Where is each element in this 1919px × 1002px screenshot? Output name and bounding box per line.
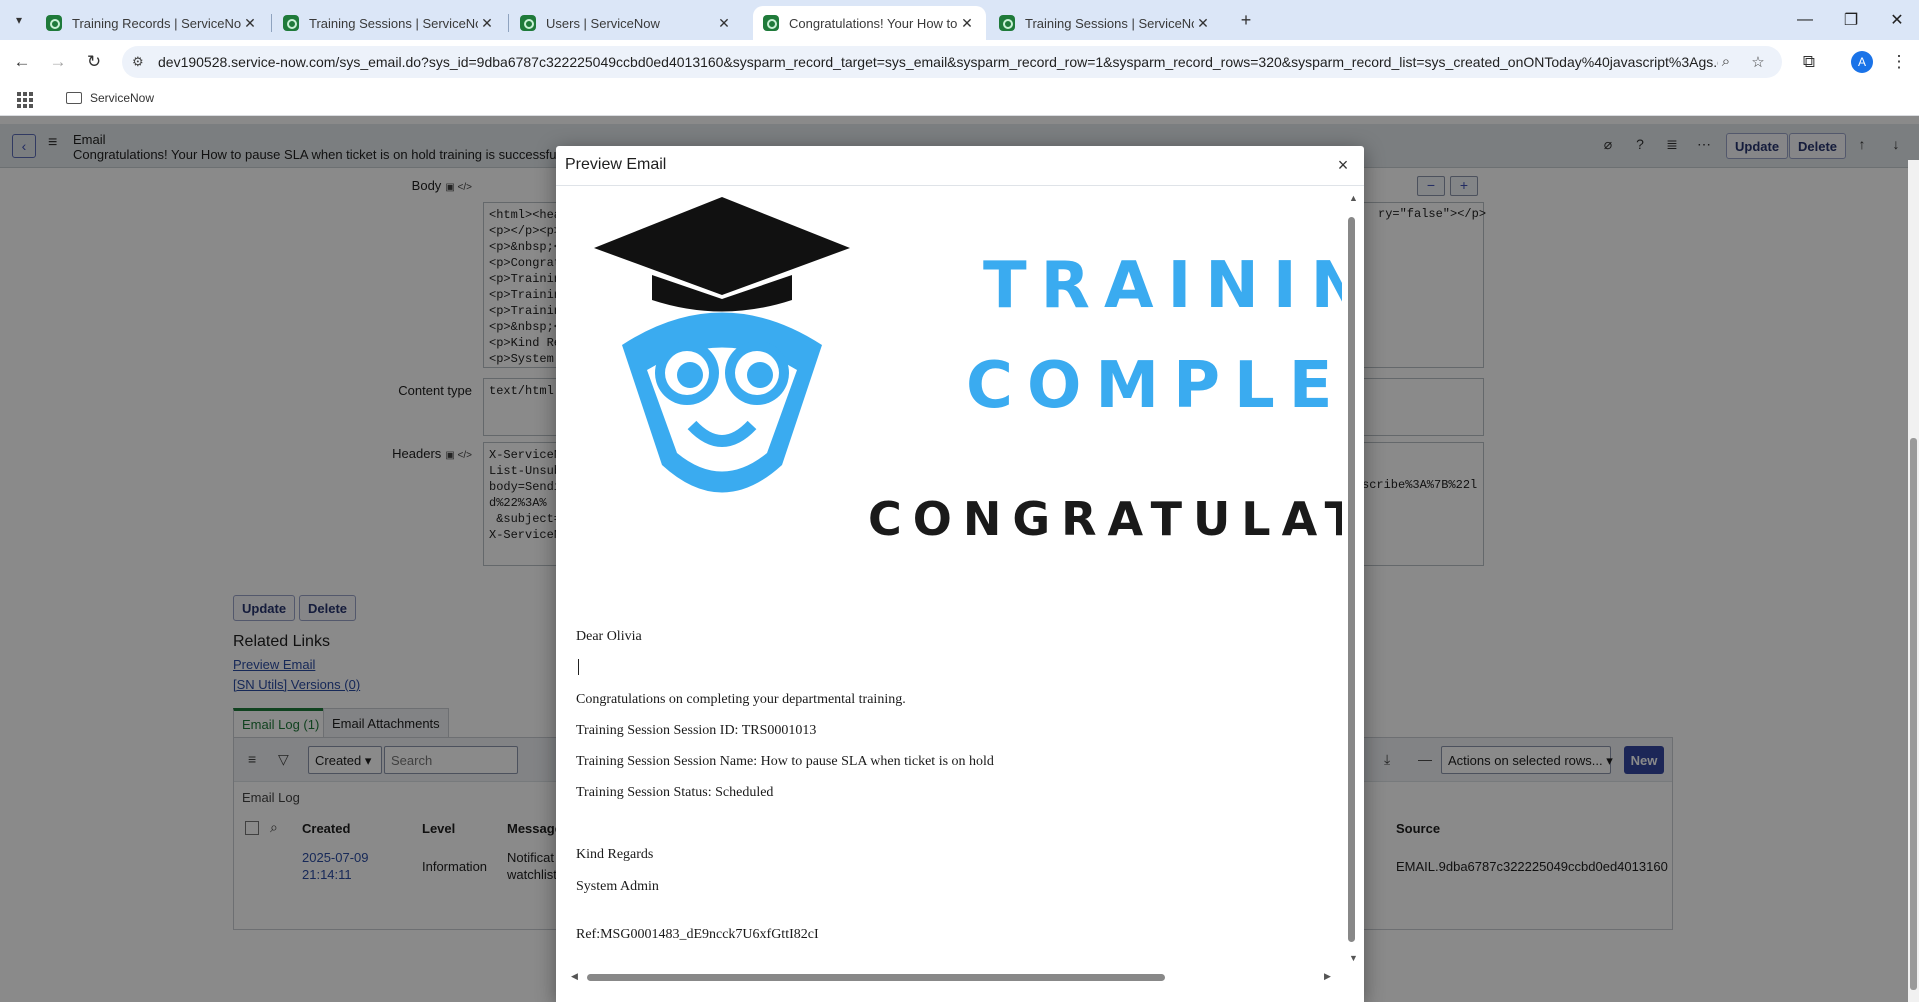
email-line-congrats: Congratulations on completing your depar… (576, 692, 906, 707)
bookmark-servicenow[interactable]: ServiceNow (90, 91, 154, 105)
tab-title: Training Records | ServiceNow (72, 15, 241, 31)
minimize-icon[interactable]: — (1790, 8, 1820, 32)
servicenow-favicon-icon (283, 15, 299, 31)
email-line-status: Training Session Status: Scheduled (576, 785, 774, 800)
extensions-icon[interactable]: ⧉ (1797, 50, 1821, 74)
window-close-icon[interactable]: ✕ (1882, 8, 1912, 32)
scroll-right-arrow-icon[interactable]: ▶ (1324, 971, 1331, 982)
profile-avatar[interactable]: A (1851, 51, 1873, 73)
modal-vertical-scrollbar[interactable]: ▲ ▼ (1342, 187, 1364, 967)
vertical-scroll-thumb[interactable] (1348, 217, 1355, 942)
servicenow-favicon-icon (999, 15, 1015, 31)
address-bar[interactable]: ⚙ dev190528.service-now.com/sys_email.do… (122, 46, 1782, 78)
browser-tab[interactable]: Training Records | ServiceNow ✕ (36, 6, 269, 40)
bookmarks-bar: ServiceNow (0, 84, 1919, 116)
browser-tab[interactable]: Training Sessions | ServiceNow ✕ (989, 6, 1222, 40)
tab-title: Users | ServiceNow (546, 15, 660, 31)
scroll-up-arrow-icon[interactable]: ▲ (1349, 193, 1358, 203)
page-scrollbar-thumb[interactable] (1910, 438, 1917, 990)
preview-email-modal: Preview Email × TRAININ COMPLET (556, 146, 1364, 1002)
forward-arrow-icon[interactable]: → (46, 50, 70, 74)
bookmark-star-icon[interactable]: ☆ (1748, 53, 1768, 73)
modal-close-icon[interactable]: × (1333, 155, 1353, 175)
tab-close-icon[interactable]: ✕ (1194, 15, 1212, 32)
modal-title: Preview Email (565, 156, 667, 173)
folder-icon[interactable] (66, 92, 82, 104)
email-regards: Kind Regards (576, 847, 654, 862)
reload-icon[interactable]: ↻ (82, 50, 106, 74)
tab-title: Training Sessions | ServiceNow (1025, 15, 1194, 31)
tab-divider (271, 14, 272, 32)
restore-icon[interactable]: ❐ (1836, 8, 1866, 32)
zoom-icon[interactable]: ⌕ (1716, 53, 1736, 73)
banner-line-completed: COMPLET (966, 349, 1342, 423)
apps-grid-icon[interactable] (17, 92, 33, 108)
modal-horizontal-scrollbar[interactable]: ◀ ▶ (556, 967, 1342, 989)
email-preview-body: TRAININ COMPLET CONGRATULAT Dear Olivia … (556, 187, 1342, 967)
tab-search-chevron-icon[interactable]: ▾ (8, 9, 30, 31)
email-greeting: Dear Olivia (576, 629, 642, 644)
banner-line-training: TRAININ (983, 249, 1342, 323)
modal-header: Preview Email × (556, 146, 1364, 186)
banner-line-congratulations: CONGRATULAT (868, 492, 1342, 546)
tab-close-icon[interactable]: ✕ (241, 15, 259, 32)
new-tab-plus-icon[interactable]: + (1234, 8, 1258, 32)
servicenow-favicon-icon (46, 15, 62, 31)
chrome-menu-icon[interactable]: ⋮ (1887, 50, 1911, 74)
page-scrollbar[interactable] (1908, 160, 1919, 1002)
tab-divider (508, 14, 509, 32)
scroll-left-arrow-icon[interactable]: ◀ (571, 971, 578, 982)
servicenow-favicon-icon (520, 15, 536, 31)
back-arrow-icon[interactable]: ← (10, 50, 34, 74)
browser-tab-active[interactable]: Congratulations! Your How to pause SLA w… (753, 6, 986, 40)
email-line-session-id: Training Session Session ID: TRS0001013 (576, 723, 817, 738)
tab-close-icon[interactable]: ✕ (958, 15, 976, 32)
url-text[interactable]: dev190528.service-now.com/sys_email.do?s… (158, 54, 1718, 70)
browser-tab[interactable]: Users | ServiceNow ✕ (510, 6, 743, 40)
browser-tab-strip: ▾ Training Records | ServiceNow ✕ Traini… (0, 0, 1919, 40)
training-complete-banner: TRAININ COMPLET CONGRATULAT (556, 187, 1342, 607)
email-reference: Ref:MSG0001483_dE9ncck7U6xfGttI82cI (576, 927, 819, 942)
tab-title: Congratulations! Your How to pause SLA w… (789, 15, 958, 31)
tab-close-icon[interactable]: ✕ (715, 15, 733, 32)
servicenow-favicon-icon (763, 15, 779, 31)
browser-tab[interactable]: Training Sessions | ServiceNow ✕ (273, 6, 506, 40)
horizontal-scroll-thumb[interactable] (587, 974, 1165, 981)
email-signature: System Admin (576, 879, 659, 894)
browser-toolbar: ← → ↻ ⚙ dev190528.service-now.com/sys_em… (0, 40, 1919, 84)
tab-title: Training Sessions | ServiceNow (309, 15, 478, 31)
graduation-owl-logo (594, 197, 850, 493)
text-cursor (578, 659, 579, 675)
tab-close-icon[interactable]: ✕ (478, 15, 496, 32)
email-line-session-name: Training Session Session Name: How to pa… (576, 754, 994, 769)
scroll-down-arrow-icon[interactable]: ▼ (1349, 953, 1358, 963)
site-info-icon[interactable]: ⚙ (132, 54, 148, 70)
